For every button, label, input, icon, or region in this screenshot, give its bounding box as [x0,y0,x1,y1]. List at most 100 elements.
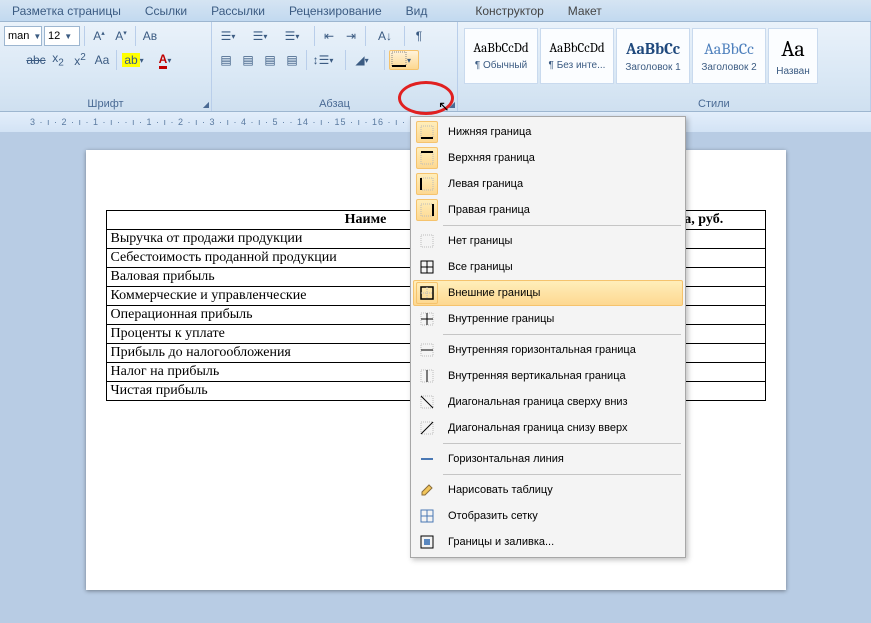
menu-left-border[interactable]: Левая граница [413,171,683,197]
show-marks-button[interactable]: ¶ [409,26,429,46]
font-size-combo[interactable]: 12 ▼ [44,26,80,46]
chevron-down-icon: ▾ [407,56,417,65]
menu-diagonal-up[interactable]: Диагональная граница снизу вверх [413,415,683,441]
align-right-icon: ▤ [264,53,275,67]
menu-label: Верхняя граница [448,152,676,164]
style-heading1[interactable]: AaBbCc Заголовок 1 [616,28,690,84]
font-dialog-launcher[interactable]: ◢ [203,100,209,109]
borders-button[interactable]: ▾ [389,50,419,70]
menu-borders-shading[interactable]: Границы и заливка... [413,529,683,555]
shrink-font-button[interactable]: A▾ [111,26,131,46]
style-normal[interactable]: AaBbCcDd ¶ Обычный [464,28,538,84]
menu-view-gridlines[interactable]: Отобразить сетку [413,503,683,529]
tab-table-layout[interactable]: Макет [556,1,614,21]
align-right-button[interactable]: ▤ [260,50,280,70]
diagonal-up-icon [416,417,438,439]
menu-label: Внешние границы [448,287,676,299]
group-font: man ▼ 12 ▼ A▴ A▾ Aʙ abc x2 x2 Aa ab▾ A▾ … [0,22,212,111]
shading-button[interactable]: ◢▾ [350,50,380,70]
tab-page-layout[interactable]: Разметка страницы [0,1,133,21]
menu-inside-vertical[interactable]: Внутренняя вертикальная граница [413,363,683,389]
menu-no-border[interactable]: Нет границы [413,228,683,254]
chevron-down-icon: ▼ [33,32,41,41]
font-color-icon: A [159,52,168,69]
align-left-icon: ▤ [220,53,231,67]
inside-borders-icon [416,308,438,330]
borders-icon [391,51,407,70]
superscript-icon: x2 [74,52,86,68]
diagonal-down-icon [416,391,438,413]
menu-inside-horizontal[interactable]: Внутренняя горизонтальная граница [413,337,683,363]
menu-all-borders[interactable]: Все границы [413,254,683,280]
numbering-button[interactable]: ☰▾ [248,26,278,46]
style-heading2[interactable]: AaBbCc Заголовок 2 [692,28,766,84]
all-borders-icon [416,256,438,278]
subscript-icon: x2 [52,51,64,68]
menu-right-border[interactable]: Правая граница [413,197,683,223]
menu-inside-borders[interactable]: Внутренние границы [413,306,683,332]
top-border-icon [416,147,438,169]
style-sample: AaBbCcDd [549,41,604,56]
borders-shading-icon [416,531,438,553]
bullets-button[interactable]: ☰▾ [216,26,246,46]
menu-label: Внутренняя вертикальная граница [448,370,676,382]
sort-button[interactable]: A↓ [370,26,400,46]
highlight-icon: ab [122,53,139,67]
grow-font-button[interactable]: A▴ [89,26,109,46]
ribbon-tabs: Разметка страницы Ссылки Рассылки Реценз… [0,0,871,22]
inside-h-border-icon [416,339,438,361]
style-label: Заголовок 2 [701,62,756,73]
strikethrough-button[interactable]: abc [26,50,46,70]
font-color-button[interactable]: A▾ [153,50,183,70]
line-spacing-button[interactable]: ↕☰▾ [311,50,341,70]
menu-separator [443,334,681,335]
align-left-button[interactable]: ▤ [216,50,236,70]
grow-font-icon: A▴ [93,29,105,43]
style-label: ¶ Обычный [475,60,527,71]
style-label: ¶ Без инте... [549,60,606,71]
tab-table-design[interactable]: Конструктор [463,1,555,21]
menu-bottom-border[interactable]: Нижняя граница [413,119,683,145]
multilevel-button[interactable]: ☰▾ [280,26,310,46]
align-center-button[interactable]: ▤ [238,50,258,70]
align-center-icon: ▤ [242,53,253,67]
tab-view[interactable]: Вид [394,1,440,21]
highlight-button[interactable]: ab▾ [121,50,151,70]
align-justify-button[interactable]: ▤ [282,50,302,70]
tab-review[interactable]: Рецензирование [277,1,394,21]
multilevel-icon: ☰ [285,29,296,43]
chevron-down-icon: ▼ [64,32,72,41]
menu-horizontal-line[interactable]: Горизонтальная линия [413,446,683,472]
change-case-button[interactable]: Aa [92,50,112,70]
group-paragraph: ☰▾ ☰▾ ☰▾ ⇤ ⇥ A↓ ¶ ▤ ▤ ▤ ▤ ↕☰▾ ◢▾ [212,22,458,111]
superscript-button[interactable]: x2 [70,50,90,70]
menu-outside-borders[interactable]: Внешние границы [413,280,683,306]
menu-top-border[interactable]: Верхняя граница [413,145,683,171]
chevron-down-icon: ▾ [365,56,375,65]
tab-references[interactable]: Ссылки [133,1,199,21]
paragraph-dialog-launcher[interactable]: ◢ [449,100,455,109]
menu-separator [443,225,681,226]
menu-draw-table[interactable]: Нарисовать таблицу [413,477,683,503]
menu-diagonal-down[interactable]: Диагональная граница сверху вниз [413,389,683,415]
bottom-border-icon [416,121,438,143]
clear-formatting-button[interactable]: Aʙ [140,26,160,46]
font-name-combo[interactable]: man ▼ [4,26,42,46]
horizontal-line-icon [416,448,438,470]
tab-mailings[interactable]: Рассылки [199,1,277,21]
no-border-icon [416,230,438,252]
group-styles: AaBbCcDd ¶ Обычный AaBbCcDd ¶ Без инте..… [458,22,871,111]
indent-increase-button[interactable]: ⇥ [341,26,361,46]
subscript-button[interactable]: x2 [48,50,68,70]
pencil-icon [416,479,438,501]
group-paragraph-label: Абзац [212,98,457,110]
menu-label: Границы и заливка... [448,536,676,548]
menu-label: Диагональная граница сверху вниз [448,396,676,408]
indent-right-icon: ⇥ [346,29,356,43]
indent-decrease-button[interactable]: ⇤ [319,26,339,46]
menu-label: Внутренняя горизонтальная граница [448,344,676,356]
align-justify-icon: ▤ [286,53,297,67]
numbering-icon: ☰ [253,29,264,43]
style-title[interactable]: Aa Назван [768,28,818,84]
style-no-spacing[interactable]: AaBbCcDd ¶ Без инте... [540,28,614,84]
